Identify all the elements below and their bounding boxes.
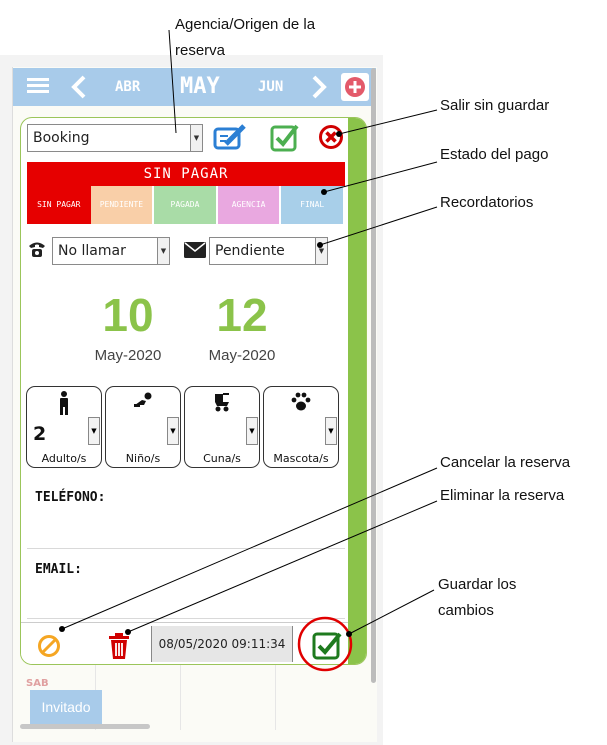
annotation-save: Guardar los cambios xyxy=(438,576,517,619)
dropdown-arrow-icon: ▼ xyxy=(157,238,169,264)
agency-select[interactable]: Booking ▼ xyxy=(27,124,203,152)
guest-box-pets[interactable]: ▼ Mascota/s xyxy=(263,386,339,468)
next-month-label[interactable]: JUN xyxy=(258,79,283,95)
divider xyxy=(27,548,345,549)
baby-icon xyxy=(106,391,180,414)
pets-label: Mascota/s xyxy=(273,452,329,465)
timestamp: 08/05/2020 09:11:34 xyxy=(151,626,293,662)
email-reminder-value: Pendiente xyxy=(215,243,285,259)
phone-label: TELÉFONO: xyxy=(35,490,106,505)
adults-label: Adulto/s xyxy=(41,452,87,465)
menu-icon[interactable] xyxy=(27,78,49,94)
vertical-scrollbar[interactable] xyxy=(371,68,376,683)
checkmark-icon[interactable] xyxy=(270,122,300,152)
dropdown-arrow-icon[interactable]: ▼ xyxy=(88,417,100,445)
guest-box-children[interactable]: ▼ Niño/s xyxy=(105,386,181,468)
dropdown-arrow-icon: ▼ xyxy=(315,238,327,264)
plus-circle-icon xyxy=(345,77,365,97)
dialog-accent-bar xyxy=(348,118,366,664)
horizontal-scrollbar[interactable] xyxy=(20,724,150,729)
booking-dialog: Booking ▼ SIN PAGAR SIN PAGAR PENDIENTE PA… xyxy=(20,117,367,665)
trash-icon[interactable] xyxy=(108,632,130,660)
payment-tab-final[interactable]: FINAL xyxy=(281,186,343,224)
guest-box-cribs[interactable]: ▼ Cuna/s xyxy=(184,386,260,468)
email-label: EMAIL: xyxy=(35,562,82,577)
stroller-icon xyxy=(185,391,259,418)
checkin-month: May-2020 xyxy=(94,347,162,364)
annotation-cancel: Cancelar la reserva xyxy=(440,454,571,471)
call-reminder-value: No llamar xyxy=(58,243,126,259)
guest-button[interactable]: Invitado xyxy=(30,690,102,724)
chevron-left-icon[interactable] xyxy=(71,75,87,99)
annotation-payment-status: Estado del pago xyxy=(440,146,549,163)
payment-tab-pagada[interactable]: PAGADA xyxy=(154,186,216,224)
person-icon xyxy=(27,391,101,420)
cribs-label: Cuna/s xyxy=(203,452,241,465)
envelope-icon xyxy=(184,242,206,258)
email-reminder-select[interactable]: Pendiente ▼ xyxy=(209,237,328,265)
payment-tab-sin-pagar[interactable]: SIN PAGAR xyxy=(27,186,91,224)
annotation-reminders: Recordatorios xyxy=(440,194,534,211)
save-highlight-circle xyxy=(297,616,353,672)
chevron-right-icon[interactable] xyxy=(311,75,327,99)
paw-icon xyxy=(264,391,338,418)
adults-count: 2 xyxy=(33,423,47,445)
checkout-day[interactable]: 12 xyxy=(182,288,302,342)
payment-tab-agencia[interactable]: AGENCIA xyxy=(217,186,280,224)
dropdown-arrow-icon: ▼ xyxy=(190,125,202,151)
prev-month-label[interactable]: ABR xyxy=(115,79,140,95)
add-button[interactable] xyxy=(341,73,369,101)
close-icon[interactable] xyxy=(318,124,344,150)
children-label: Niño/s xyxy=(125,452,161,465)
dropdown-arrow-icon[interactable]: ▼ xyxy=(167,417,179,445)
month-navigation-bar: ABR MAY JUN xyxy=(13,68,376,106)
payment-tab-pendiente[interactable]: PENDIENTE xyxy=(90,186,153,224)
payment-status-banner: SIN PAGAR xyxy=(27,162,345,186)
phone-icon xyxy=(29,242,45,257)
annotation-agency: Agencia/Origen de la reserva xyxy=(175,16,316,59)
phone-field[interactable] xyxy=(27,510,345,546)
annotation-delete: Eliminar la reserva xyxy=(440,487,565,504)
cancel-icon[interactable] xyxy=(37,634,61,658)
dropdown-arrow-icon[interactable]: ▼ xyxy=(246,417,258,445)
dropdown-arrow-icon[interactable]: ▼ xyxy=(325,417,337,445)
edit-icon[interactable] xyxy=(212,122,248,152)
checkin-day[interactable]: 10 xyxy=(68,288,188,342)
email-field[interactable] xyxy=(27,582,345,614)
call-reminder-select[interactable]: No llamar ▼ xyxy=(52,237,170,265)
weekday-label: SAB xyxy=(26,678,49,689)
current-month-label: MAY xyxy=(180,74,220,99)
annotation-exit: Salir sin guardar xyxy=(440,97,550,114)
checkout-month: May-2020 xyxy=(208,347,276,364)
agency-select-value: Booking xyxy=(33,130,90,146)
guest-box-adults[interactable]: 2 ▼ Adulto/s xyxy=(26,386,102,468)
